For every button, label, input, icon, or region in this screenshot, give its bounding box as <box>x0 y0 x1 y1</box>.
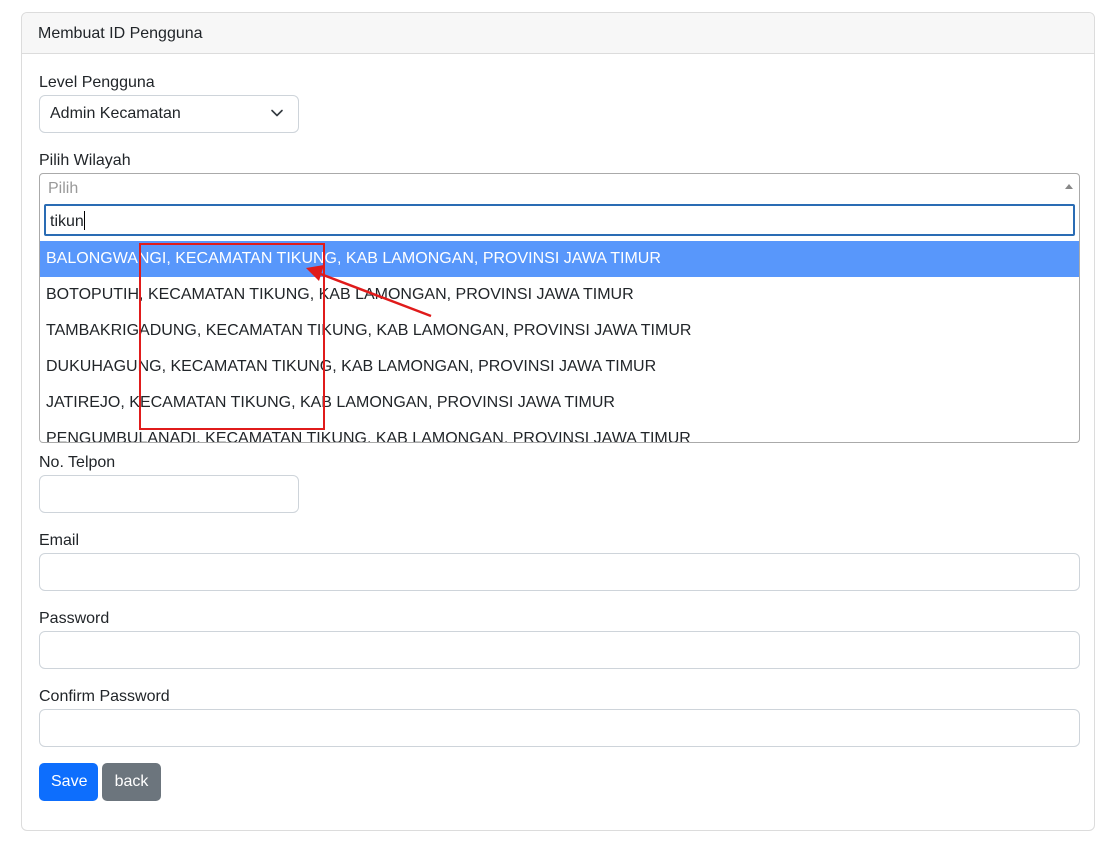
card-title: Membuat ID Pengguna <box>38 25 203 42</box>
card-header: Membuat ID Pengguna <box>22 13 1094 54</box>
wilayah-placeholder: Pilih <box>48 180 79 197</box>
telpon-label: No. Telpon <box>39 454 116 471</box>
save-button[interactable]: Save <box>39 763 98 801</box>
level-label: Level Pengguna <box>39 74 155 91</box>
email-label: Email <box>39 532 80 549</box>
wilayah-select[interactable]: Pilih <box>39 173 1080 201</box>
password-input[interactable] <box>39 631 1080 669</box>
wilayah-search-value: tikun <box>50 213 84 230</box>
wilayah-label: Pilih Wilayah <box>39 152 131 169</box>
caret-up-icon <box>1065 184 1073 189</box>
chevron-down-icon <box>271 109 283 117</box>
password-label: Password <box>39 610 110 627</box>
back-button[interactable]: back <box>102 763 161 801</box>
annotation-highlight-box <box>139 243 325 430</box>
text-cursor <box>83 211 85 230</box>
level-select-value: Admin Kecamatan <box>50 105 181 122</box>
telpon-input[interactable] <box>39 475 299 513</box>
level-select[interactable]: Admin Kecamatan <box>39 95 299 133</box>
confirm-password-label: Confirm Password <box>39 688 170 705</box>
confirm-password-input[interactable] <box>39 709 1080 747</box>
email-input[interactable] <box>39 553 1080 591</box>
wilayah-search-input[interactable]: tikun <box>44 204 1075 236</box>
